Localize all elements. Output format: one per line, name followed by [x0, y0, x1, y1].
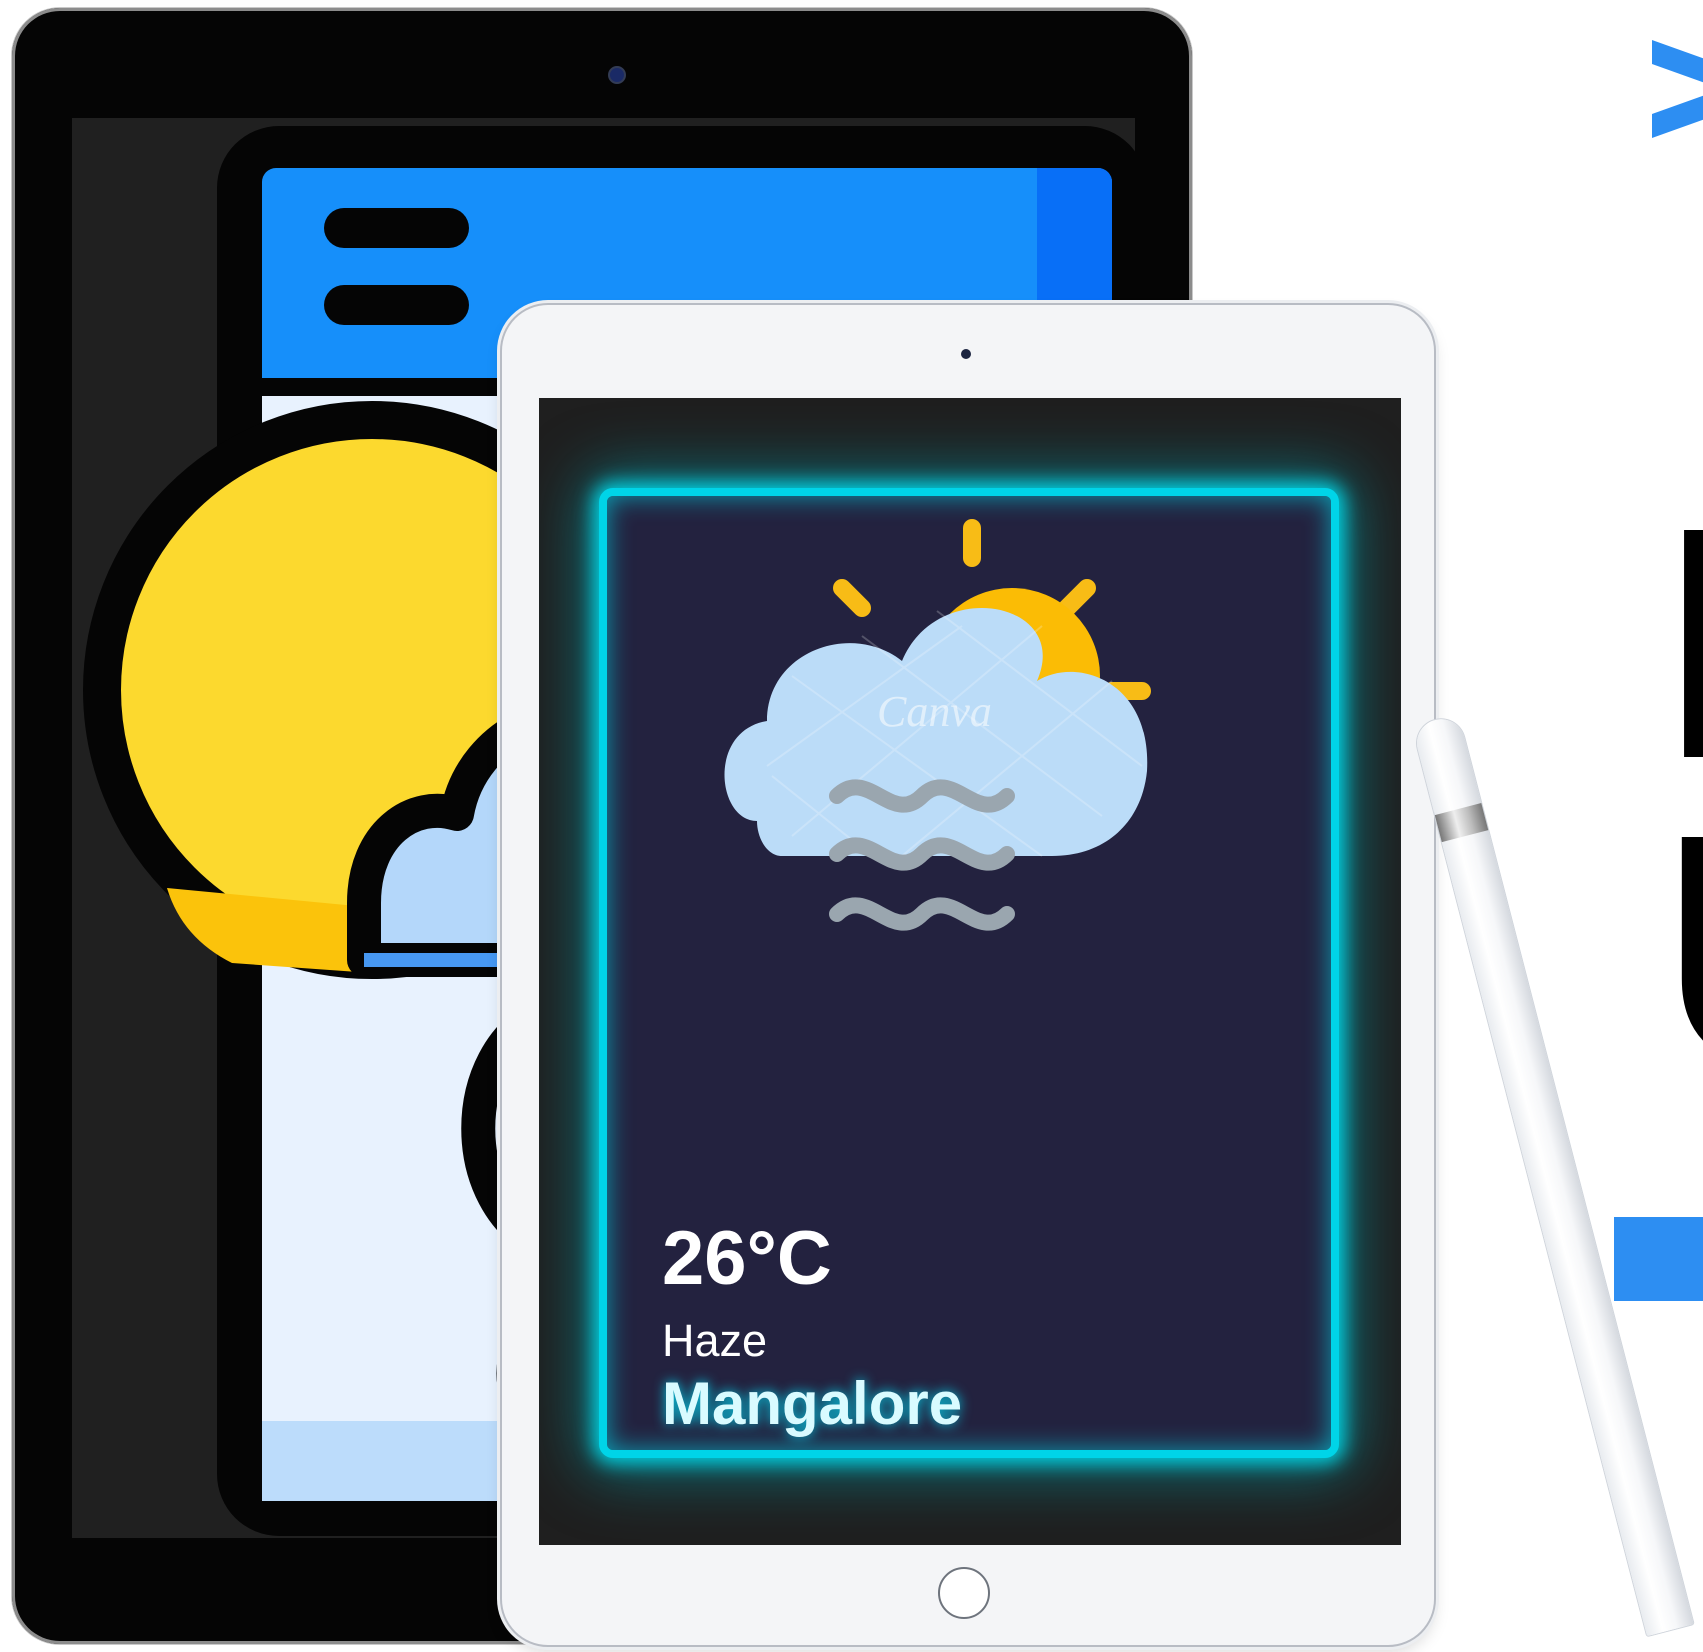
home-button[interactable]: [938, 1567, 990, 1619]
front-tablet-frame: Canva 26°C Haze Mangalore: [502, 305, 1434, 1645]
back-camera: [608, 66, 626, 84]
brand-letter-u: U: [1662, 785, 1703, 1115]
sun-ray: [833, 579, 871, 617]
stylus-band: [1434, 803, 1489, 843]
front-camera: [961, 349, 971, 359]
weather-condition: Haze: [662, 1315, 768, 1366]
app-mockup-stage: Canva 26°C Haze Mangalore I U: [0, 0, 1703, 1652]
brand-blue-bar: [1614, 1217, 1703, 1301]
haze-line: [829, 897, 1015, 931]
canva-watermark: Canva: [877, 687, 992, 736]
sun-ray: [1058, 579, 1096, 617]
front-tablet-screen: Canva 26°C Haze Mangalore: [539, 398, 1401, 1545]
city-name: Mangalore: [662, 1370, 963, 1437]
brand-letter-i: I: [1662, 478, 1703, 808]
weather-card[interactable]: Canva 26°C Haze Mangalore: [599, 488, 1339, 1458]
right-brand-panel: I U: [1614, 0, 1703, 1652]
brand-chevron-icon: [1652, 40, 1703, 138]
temperature-value: 26°C: [662, 1216, 832, 1301]
sun-cloud-haze-icon: Canva: [724, 519, 1151, 931]
